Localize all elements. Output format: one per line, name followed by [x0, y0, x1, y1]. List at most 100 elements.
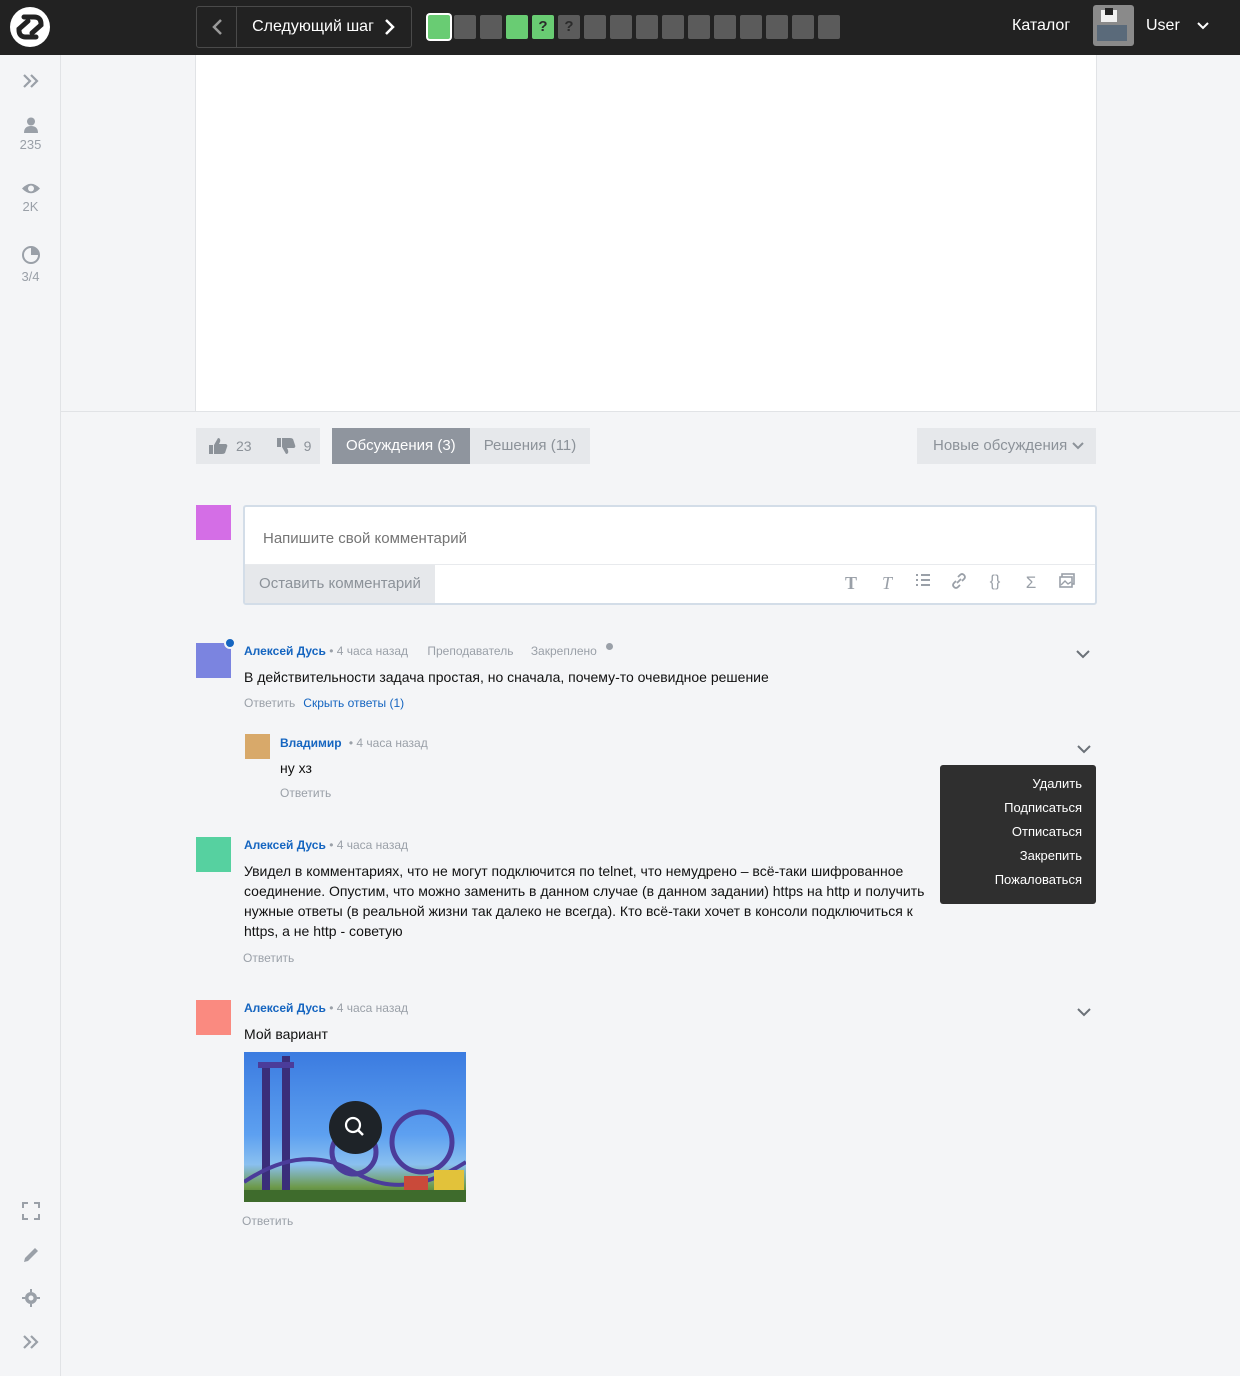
previous-step-button[interactable]: [197, 7, 237, 47]
comment-composer: Оставить комментарий T T {} Σ: [243, 505, 1097, 605]
comment-avatar[interactable]: [196, 1000, 231, 1035]
user-name[interactable]: User: [1146, 17, 1180, 35]
italic-icon[interactable]: T: [877, 573, 897, 594]
role-badge: Преподаватель: [427, 644, 514, 658]
reply-button[interactable]: Ответить: [243, 951, 294, 965]
step-square[interactable]: [428, 15, 450, 39]
step-square[interactable]: [480, 15, 502, 39]
step-square[interactable]: [792, 15, 814, 39]
chevrons-right-icon: [22, 1335, 39, 1349]
step-square[interactable]: [714, 15, 736, 39]
step-square[interactable]: [740, 15, 762, 39]
reply-avatar[interactable]: [245, 734, 270, 759]
step-content: [195, 55, 1097, 412]
step-square[interactable]: [662, 15, 684, 39]
step-navigator: Следующий шаг: [196, 6, 412, 48]
top-bar: Следующий шаг ?? Каталог User: [0, 0, 1240, 55]
chevrons-right-icon: [22, 74, 39, 88]
comment-text: В действительности задача простая, но сн…: [244, 669, 769, 685]
step-square[interactable]: [610, 15, 632, 39]
comment-author[interactable]: Алексей Дусь: [244, 838, 326, 852]
my-avatar: [196, 505, 231, 540]
sort-select[interactable]: Новые обсуждения: [917, 428, 1096, 464]
user-avatar[interactable]: [1093, 5, 1134, 46]
user-icon: [23, 117, 38, 133]
comment-text: Увидел в комментариях, что не могут подк…: [244, 863, 925, 939]
hide-replies-button[interactable]: Скрыть ответы (1): [303, 696, 404, 710]
user-menu-chevron-down-icon[interactable]: [1197, 17, 1209, 33]
reply-button[interactable]: Ответить: [280, 786, 331, 800]
eye-icon: [21, 183, 40, 194]
tab-solutions[interactable]: Решения (11): [469, 428, 591, 464]
link-icon[interactable]: [949, 573, 969, 594]
step-progress-bar: ??: [428, 15, 840, 39]
comment-menu-chevron-down-icon[interactable]: [1076, 646, 1090, 662]
reply-button[interactable]: Ответить: [244, 696, 295, 710]
online-status-dot: [224, 637, 236, 649]
discussion-tabs: Обсуждения (3) Решения (11): [332, 428, 591, 464]
fullscreen-button[interactable]: [0, 1202, 61, 1220]
step-votes: 23 9: [196, 428, 320, 464]
next-step-button[interactable]: Следующий шаг: [237, 18, 411, 36]
comment-menu-chevron-down-icon[interactable]: [1077, 1004, 1091, 1020]
code-icon[interactable]: {}: [985, 573, 1005, 594]
comment-input[interactable]: [263, 527, 1063, 549]
step-square[interactable]: ?: [532, 15, 554, 39]
comment-meta: Алексей Дусь • 4 часа назад Преподавател…: [244, 644, 597, 658]
progress-value: 3/4: [21, 269, 40, 284]
comment-actions: Ответить Скрыть ответы (1): [244, 696, 404, 710]
tab-discussions[interactable]: Обсуждения (3): [332, 428, 470, 464]
likes-count: 23: [236, 438, 252, 454]
bold-icon[interactable]: T: [841, 573, 861, 594]
collapse-sidebar-button[interactable]: [0, 1334, 61, 1350]
step-square[interactable]: [766, 15, 788, 39]
reply-menu-chevron-down-icon[interactable]: [1077, 741, 1091, 757]
image-zoom-button[interactable]: [329, 1101, 382, 1154]
pie-progress-icon: [21, 246, 40, 264]
step-square[interactable]: [506, 15, 528, 39]
formula-icon[interactable]: Σ: [1021, 573, 1041, 594]
comment-text: Мой вариант: [244, 1026, 328, 1042]
menu-item-pin[interactable]: Закрепить: [940, 847, 1096, 871]
image-icon[interactable]: [1057, 573, 1077, 594]
comment-avatar[interactable]: [196, 837, 231, 872]
step-square[interactable]: [688, 15, 710, 39]
comment-author[interactable]: Алексей Дусь: [244, 644, 326, 658]
views-count: 2K: [0, 182, 61, 214]
logo-icon[interactable]: [10, 7, 50, 47]
menu-item-report[interactable]: Пожаловаться: [940, 871, 1096, 895]
menu-item-subscribe[interactable]: Подписаться: [940, 799, 1096, 823]
menu-item-delete[interactable]: Удалить: [940, 775, 1096, 799]
fullscreen-icon: [21, 1202, 40, 1220]
progress-indicator: 3/4: [0, 245, 61, 284]
list-icon[interactable]: [913, 573, 933, 594]
reply-button[interactable]: Ответить: [242, 1214, 293, 1228]
catalog-link[interactable]: Каталог: [1012, 17, 1070, 35]
like-button[interactable]: 23: [208, 437, 252, 455]
step-square[interactable]: [818, 15, 840, 39]
comment-actions: Ответить: [243, 951, 294, 965]
settings-button[interactable]: [0, 1289, 61, 1307]
comment-time: • 4 часа назад: [329, 1001, 409, 1015]
chevron-left-icon: [211, 19, 222, 35]
dislike-button[interactable]: 9: [276, 437, 312, 455]
comment-actions: Ответить: [242, 1214, 293, 1228]
reply-time: • 4 часа назад: [348, 736, 428, 750]
submit-comment-button[interactable]: Оставить комментарий: [245, 565, 435, 603]
search-icon: [344, 1116, 364, 1136]
edit-button[interactable]: [0, 1246, 61, 1264]
reply-author[interactable]: Владимир: [280, 736, 342, 750]
learners-count: 235: [0, 117, 61, 152]
dislikes-count: 9: [303, 438, 312, 454]
step-square[interactable]: ?: [558, 15, 580, 39]
expand-sidebar-button[interactable]: [0, 73, 61, 89]
comment-avatar[interactable]: [196, 643, 231, 678]
step-square[interactable]: [636, 15, 658, 39]
comment-author[interactable]: Алексей Дусь: [244, 1001, 326, 1015]
comment-context-menu: Удалить Подписаться Отписаться Закрепить…: [940, 765, 1096, 904]
step-square[interactable]: [454, 15, 476, 39]
next-step-label: Следующий шаг: [252, 18, 374, 35]
step-square[interactable]: [584, 15, 606, 39]
gear-icon: [21, 1289, 40, 1307]
menu-item-unsubscribe[interactable]: Отписаться: [940, 823, 1096, 847]
